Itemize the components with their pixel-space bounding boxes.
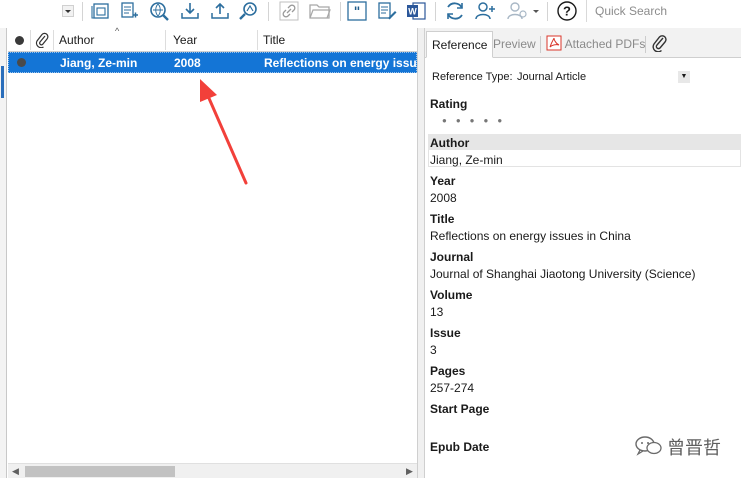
row-year: 2008 [174,56,201,70]
read-status-column-icon[interactable] [15,36,24,45]
column-separator [53,30,54,50]
online-search-icon[interactable] [148,0,170,22]
user-icon[interactable] [504,0,540,22]
epub-date-label: Epub Date [430,440,490,454]
column-separator [30,30,31,50]
find-full-text-icon[interactable] [238,0,260,22]
svg-text:": " [354,5,361,20]
year-value[interactable]: 2008 [430,191,457,205]
tab-separator [645,36,646,53]
reference-type-value: Journal Article [517,71,587,83]
volume-label: Volume [430,288,473,302]
dropdown-arrow-icon[interactable] [60,0,76,22]
share-user-icon[interactable] [474,0,496,22]
watermark-text: 曾晋哲 [667,438,721,459]
import-icon[interactable] [179,0,201,22]
open-folder-icon[interactable] [308,0,332,22]
new-reference-icon[interactable] [118,0,140,22]
sort-ascending-icon: ^ [115,26,120,36]
issue-label: Issue [430,326,461,340]
row-title: Reflections on energy issues in China [264,56,417,70]
svg-text:W: W [408,7,417,17]
wechat-icon [635,436,662,456]
toolbar-separator [547,2,548,21]
tab-attached-pdfs-label: Attached PDFs [564,37,646,51]
read-status-icon[interactable] [17,58,26,67]
scroll-left-icon[interactable]: ◀ [8,464,23,478]
word-icon[interactable]: W [405,0,427,22]
column-separator [165,30,166,50]
attach-file-icon[interactable] [650,31,670,58]
year-label: Year [430,174,456,188]
toolbar-separator [268,2,269,21]
new-group-icon[interactable] [90,0,112,22]
issue-value[interactable]: 3 [430,343,437,357]
scrollbar-thumb[interactable] [25,466,175,477]
table-row[interactable]: Jiang, Ze-min 2008 Reflections on energy… [8,52,417,73]
horizontal-scrollbar[interactable]: ◀ ▶ [8,463,417,478]
toolbar-separator [340,2,341,21]
author-label: Author [430,136,470,150]
author-value[interactable]: Jiang, Ze-min [430,153,503,167]
reference-type-label: Reference Type: [432,71,513,83]
rating-stars[interactable]: ●●●●● [442,116,511,125]
column-header-title[interactable]: Title [263,28,413,52]
journal-label: Journal [430,250,474,264]
author-field-highlight [428,134,741,150]
reference-list-header: Author ^ Year Title [8,26,417,52]
tab-reference[interactable]: Reference [426,31,494,58]
column-header-author[interactable]: Author [59,28,163,52]
rating-label: Rating [430,97,468,111]
toolbar-separator [435,2,436,21]
edit-reference-icon[interactable] [376,0,398,22]
scroll-right-icon[interactable]: ▶ [402,464,417,478]
sync-icon[interactable] [443,0,467,22]
start-page-label: Start Page [430,402,490,416]
row-author: Jiang, Ze-min [60,56,138,70]
column-separator [257,30,258,50]
quick-search-input[interactable]: Quick Search [586,0,741,22]
title-value[interactable]: Reflections on energy issues in China [430,229,631,243]
export-icon[interactable] [209,0,231,22]
pages-value[interactable]: 257-274 [430,381,474,395]
link-icon[interactable] [278,0,300,22]
watermark: 曾晋哲 [632,432,741,459]
groups-panel-marker [1,66,4,98]
column-header-year[interactable]: Year [173,28,253,52]
insert-citation-icon[interactable]: " [346,0,368,22]
chevron-down-icon[interactable]: ▼ [678,71,690,83]
toolbar-separator [82,2,83,21]
tab-separator [540,36,541,53]
reference-type-select[interactable]: Reference Type: Journal Article ▼ [428,66,690,88]
quick-search-placeholder: Quick Search [595,4,668,18]
tab-attached-pdfs[interactable]: Attached PDFs [543,31,650,58]
pane-splitter[interactable] [417,28,425,478]
reference-tabs: Reference Preview Attached PDFs [425,28,741,58]
help-icon[interactable]: ? [555,0,579,22]
reference-panel: Reference Preview Attached PDFs Referenc… [425,28,741,478]
volume-value[interactable]: 13 [430,305,443,319]
pdf-icon [546,35,562,51]
svg-text:?: ? [563,4,571,19]
attachment-column-icon[interactable] [35,28,51,52]
tab-preview[interactable]: Preview [488,31,541,58]
journal-value[interactable]: Journal of Shanghai Jiaotong University … [430,267,695,281]
toolbar: " W ? Quick Search [0,0,741,24]
pages-label: Pages [430,364,466,378]
title-label: Title [430,212,455,226]
